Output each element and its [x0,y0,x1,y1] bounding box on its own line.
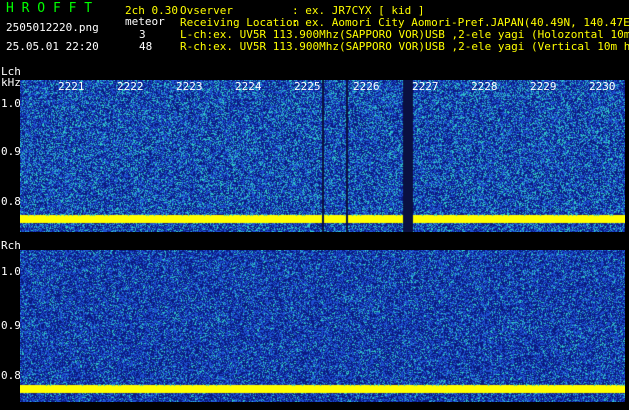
lch-time-tick: 2224 [235,80,262,93]
rch-info: R-ch:ex. UV5R 113.900Mhz(SAPPORO VOR)USB… [180,40,629,53]
rch-freq-tick-0.8: 0.8 [1,369,21,382]
rch-freq-tick-1.0: 1.0 [1,265,21,278]
meteor-label: meteor [125,15,165,28]
observer-value: : ex. JR7CYX [ kid ] [292,4,425,17]
lch-time-tick: 2226 [353,80,380,93]
lch-time-tick: 2223 [176,80,203,93]
lch-time-tick: 2230 [589,80,616,93]
hroftt-window: H R O F F T 2505012220.png 25.05.01 22:2… [0,0,629,410]
app-title: H R O F F T [6,1,93,16]
filename: 2505012220.png [6,21,99,34]
observer-label: Ovserver [180,4,233,17]
lch-freq-tick-0.8: 0.8 [1,195,21,208]
timestamp: 25.05.01 22:20 [6,40,99,53]
lch-time-tick: 2228 [471,80,498,93]
rch-spectrogram [20,250,625,402]
location-label: Receiving Location [180,16,300,29]
lch-time-tick: 2229 [530,80,557,93]
meteor-count-lch: 3 [139,28,146,41]
lch-time-tick: 2222 [117,80,144,93]
lch-freq-tick-0.9: 0.9 [1,145,21,158]
lch-time-tick: 2221 [58,80,85,93]
khz-unit: kHz [1,76,21,89]
meteor-count-rch: 48 [139,40,153,53]
lch-time-tick: 2227 [412,80,439,93]
rch-label: Rch [1,239,21,252]
lch-freq-tick-1.0: 1.0 [1,97,21,110]
rch-freq-tick-0.9: 0.9 [1,319,21,332]
lch-info: L-ch:ex. UV5R 113.900Mhz(SAPPORO VOR)USB… [180,28,629,41]
lch-spectrogram [20,80,625,232]
lch-time-tick: 2225 [294,80,321,93]
location-value: : ex. Aomori City Aomori-Pref.JAPAN(40.4… [292,16,629,29]
